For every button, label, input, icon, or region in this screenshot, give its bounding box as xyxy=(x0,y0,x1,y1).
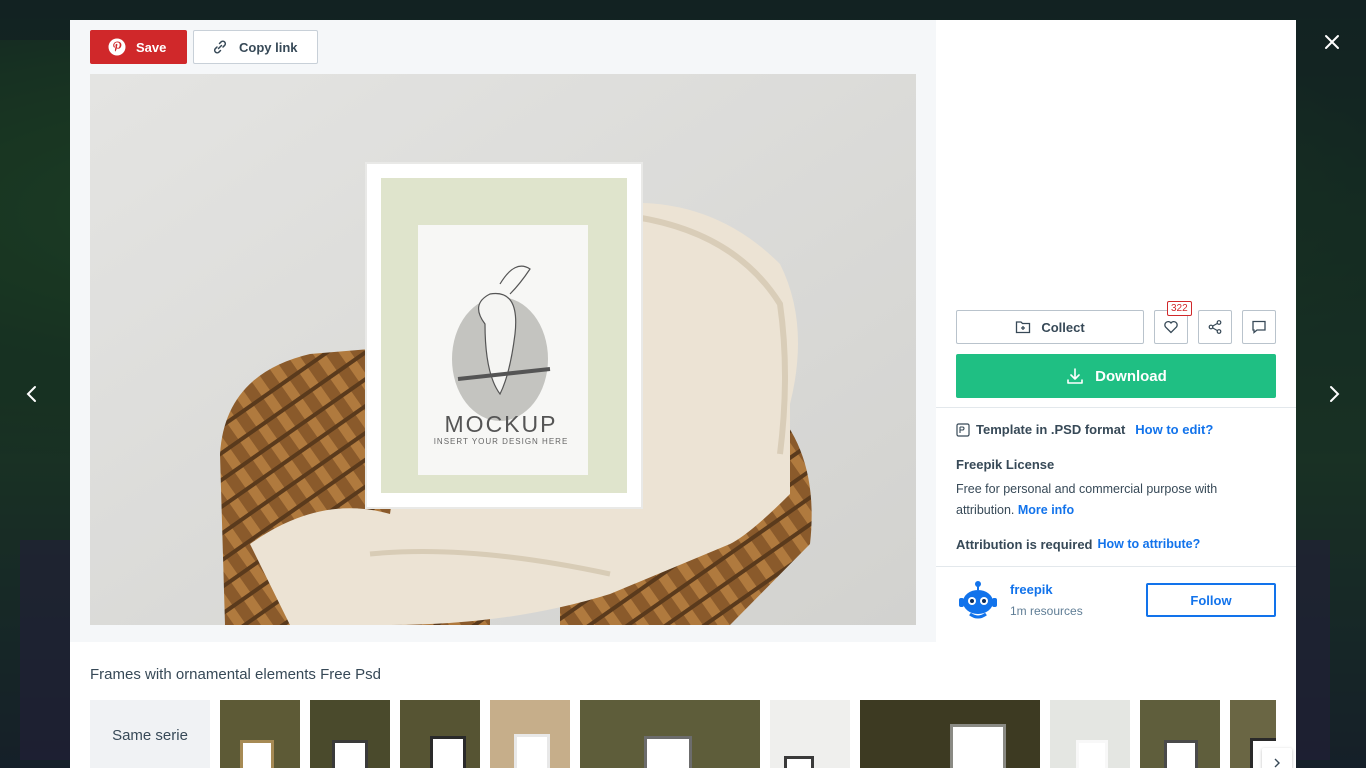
related-thumbnail[interactable] xyxy=(860,700,1040,768)
license-description: Free for personal and commercial purpose… xyxy=(956,479,1256,521)
collect-button[interactable]: Collect xyxy=(956,310,1144,344)
chevron-right-icon xyxy=(1330,386,1340,402)
like-button[interactable]: 322 xyxy=(1154,301,1192,344)
copy-link-label: Copy link xyxy=(239,39,298,55)
divider xyxy=(936,407,1296,408)
format-text: Template in .PSD format xyxy=(976,422,1126,437)
pinterest-save-button[interactable]: Save xyxy=(90,30,187,64)
file-format-row: Template in .PSD format How to edit? xyxy=(956,422,1213,437)
related-thumbnail[interactable] xyxy=(770,700,850,768)
attribution-row: Attribution is required How to attribute… xyxy=(956,537,1200,552)
download-button[interactable]: Download xyxy=(956,354,1276,398)
main-preview-image[interactable]: MOCKUP INSERT YOUR DESIGN HERE xyxy=(90,74,916,625)
same-serie-label: Same serie xyxy=(112,726,188,744)
author-name-link[interactable]: freepik xyxy=(1010,582,1053,597)
divider xyxy=(936,566,1296,567)
close-icon[interactable] xyxy=(1320,30,1344,54)
heart-icon xyxy=(1164,320,1178,334)
resource-detail-modal: Save Copy link MOCKUP INSERT YOUR DESIGN… xyxy=(70,20,1296,768)
attribution-text: Attribution is required xyxy=(956,537,1093,552)
share-icon xyxy=(1208,320,1222,334)
folder-add-icon xyxy=(1016,321,1031,334)
image-preview-pane: Save Copy link MOCKUP INSERT YOUR DESIGN… xyxy=(70,20,936,642)
how-to-attribute-link[interactable]: How to attribute? xyxy=(1098,537,1201,552)
chevron-right-icon xyxy=(1274,758,1280,768)
related-thumbnail[interactable] xyxy=(310,700,390,768)
previous-arrow-icon[interactable] xyxy=(20,382,44,406)
copy-link-button[interactable]: Copy link xyxy=(193,30,318,64)
share-toolbar: Save Copy link xyxy=(90,30,318,64)
action-buttons-row: Collect 322 xyxy=(956,301,1276,344)
related-thumbnail[interactable] xyxy=(580,700,760,768)
like-count-badge: 322 xyxy=(1167,301,1192,316)
related-resources-section: Frames with ornamental elements Free Psd… xyxy=(70,642,1296,768)
link-icon xyxy=(213,40,227,54)
comment-button[interactable] xyxy=(1242,310,1276,344)
related-section-title: Frames with ornamental elements Free Psd xyxy=(90,666,381,683)
freepik-robot-logo xyxy=(959,581,997,619)
related-thumbnail[interactable] xyxy=(400,700,480,768)
mockup-subtitle-text: INSERT YOUR DESIGN HERE xyxy=(434,437,569,446)
collect-label: Collect xyxy=(1041,319,1085,335)
thumbnails-next-button[interactable] xyxy=(1262,748,1292,768)
more-info-link[interactable]: More info xyxy=(1018,503,1074,517)
save-button-label: Save xyxy=(136,39,167,55)
download-label: Download xyxy=(1095,367,1167,385)
related-thumbnails-strip: Same serie xyxy=(90,700,1276,768)
how-to-edit-link[interactable]: How to edit? xyxy=(1135,422,1213,437)
license-title: Freepik License xyxy=(956,457,1055,472)
download-icon xyxy=(1067,368,1083,384)
same-serie-tile[interactable]: Same serie xyxy=(90,700,210,768)
follow-button[interactable]: Follow xyxy=(1146,583,1276,617)
close-icon-svg xyxy=(1325,35,1339,49)
author-resources-count: 1m resources xyxy=(1010,604,1083,618)
mockup-title-text: MOCKUP xyxy=(445,411,558,437)
next-arrow-icon[interactable] xyxy=(1322,382,1346,406)
comment-icon xyxy=(1252,320,1266,334)
related-thumbnail[interactable] xyxy=(1050,700,1130,768)
related-thumbnail[interactable] xyxy=(490,700,570,768)
pinterest-icon xyxy=(108,38,126,56)
psd-file-icon xyxy=(956,422,970,437)
mockup-photo: MOCKUP INSERT YOUR DESIGN HERE xyxy=(90,74,916,625)
related-thumbnail[interactable] xyxy=(1140,700,1220,768)
chevron-left-icon xyxy=(26,386,36,402)
author-avatar[interactable] xyxy=(956,578,1000,622)
empty-ad-space xyxy=(956,20,1276,290)
related-thumbnail[interactable] xyxy=(220,700,300,768)
resource-info-pane: Collect 322 Download Template in .PSD fo… xyxy=(936,20,1296,642)
license-text: Free for personal and commercial purpose… xyxy=(956,482,1218,517)
share-button[interactable] xyxy=(1198,310,1232,344)
